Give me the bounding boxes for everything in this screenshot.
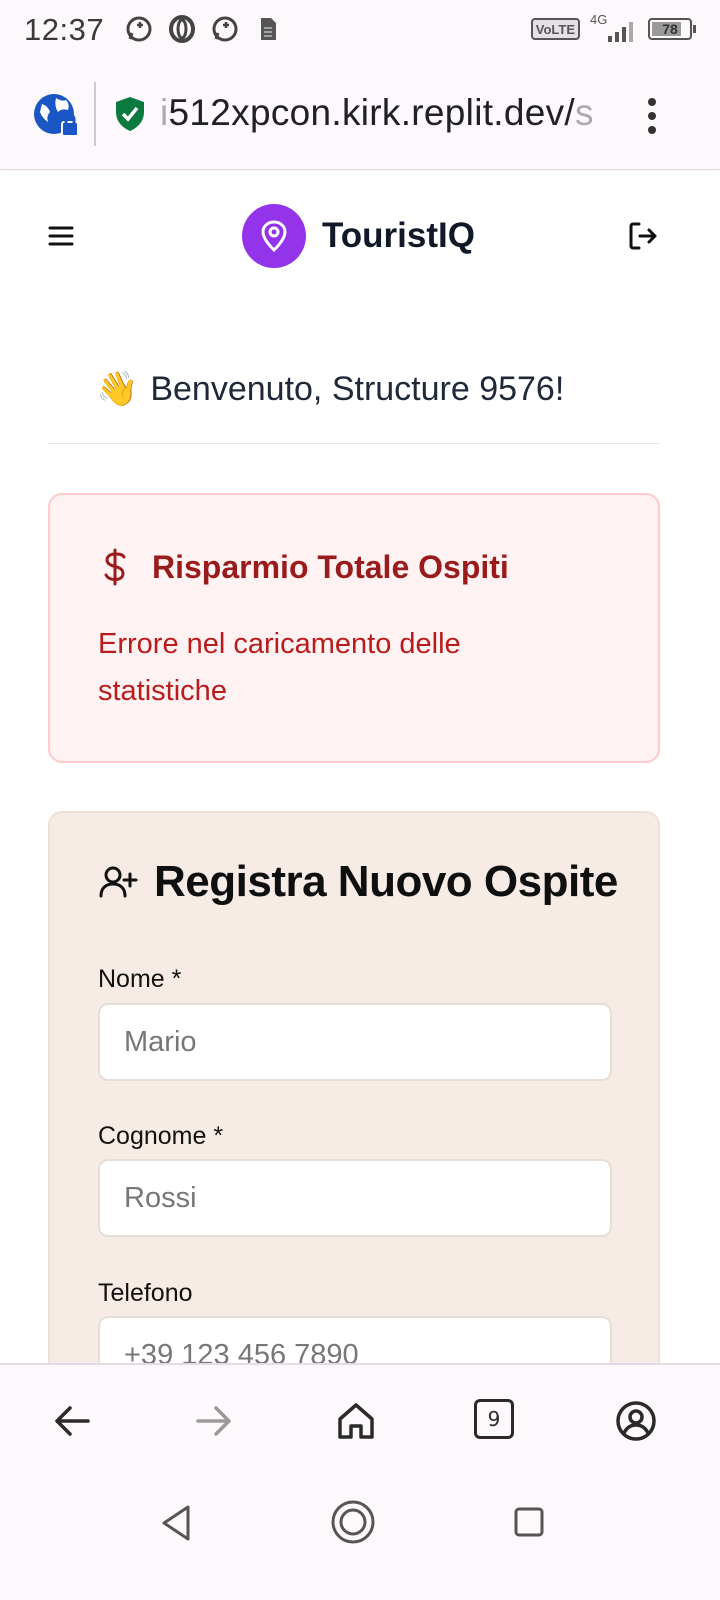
sim-card-icon xyxy=(261,18,276,40)
wave-emoji: 👋 xyxy=(96,370,139,408)
first-name-label: Nome * xyxy=(98,965,182,993)
stats-error-message: Errore nel caricamento delle statistiche xyxy=(98,628,461,707)
url-field[interactable]: i512xpcon.kirk.replit.dev/s xyxy=(160,92,620,134)
brand-name: TouristIQ xyxy=(322,216,475,255)
network-type: 4G xyxy=(590,12,608,27)
notification-icons xyxy=(124,14,283,44)
signal-icon: 4G xyxy=(590,12,638,44)
first-name-input[interactable] xyxy=(98,1003,612,1081)
site-info-icon[interactable] xyxy=(32,92,80,140)
welcome-message: 👋 Benvenuto, Structure 9576! xyxy=(96,369,564,409)
back-arrow-icon[interactable] xyxy=(50,1399,94,1443)
register-guest-form: Registra Nuovo Ospite Nome * Cognome * T… xyxy=(48,811,660,1363)
phone-label: Telefono xyxy=(98,1279,193,1307)
battery-level: 78 xyxy=(662,21,678,37)
stats-card-title: Risparmio Totale Ospiti xyxy=(152,548,509,585)
url-prefix: i xyxy=(160,92,169,133)
shield-check-icon[interactable] xyxy=(114,96,146,132)
last-name-input[interactable] xyxy=(98,1159,612,1237)
main-content: 👋 Benvenuto, Structure 9576! Risparmio T… xyxy=(0,301,720,1363)
battery-icon: 78 xyxy=(648,18,696,40)
home-icon[interactable] xyxy=(334,1399,378,1443)
url-divider xyxy=(94,82,96,146)
more-vert-icon[interactable] xyxy=(640,96,664,136)
opera-icon xyxy=(169,15,195,43)
volte-badge: VoLTE xyxy=(530,18,580,40)
system-home-icon[interactable] xyxy=(330,1499,376,1545)
browser-url-bar: i512xpcon.kirk.replit.dev/s xyxy=(0,62,720,170)
system-nav-bar xyxy=(0,1475,720,1600)
forward-arrow-icon[interactable] xyxy=(192,1399,236,1443)
phone-input[interactable] xyxy=(98,1316,612,1363)
form-title: Registra Nuovo Ospite xyxy=(154,857,618,906)
logout-icon[interactable] xyxy=(626,219,660,253)
savings-stats-card: Risparmio Totale Ospiti Errore nel caric… xyxy=(48,493,660,763)
user-plus-icon xyxy=(99,866,138,898)
hamburger-menu-icon[interactable] xyxy=(46,221,76,251)
welcome-divider xyxy=(48,443,660,444)
whatsapp-business-icon xyxy=(126,16,152,42)
system-back-icon[interactable] xyxy=(158,1503,194,1543)
app-header: TouristIQ xyxy=(0,171,720,301)
tab-switcher-button[interactable]: 9 xyxy=(474,1399,514,1439)
browser-bottom-nav: 9 xyxy=(0,1363,720,1475)
brand[interactable]: TouristIQ xyxy=(242,204,475,268)
dollar-icon xyxy=(104,548,126,586)
status-time: 12:37 xyxy=(24,12,105,47)
status-bar: 12:37 VoLTE 4G 78 xyxy=(0,0,720,62)
url-host: 512xpcon.kirk.replit.dev/ xyxy=(168,92,576,133)
last-name-label: Cognome * xyxy=(98,1122,224,1150)
system-recents-icon[interactable] xyxy=(512,1505,546,1539)
account-icon[interactable] xyxy=(614,1399,658,1443)
map-pin-icon xyxy=(242,204,306,268)
welcome-text: Benvenuto, Structure 9576! xyxy=(150,369,565,408)
url-suffix: s xyxy=(575,92,594,133)
whatsapp-icon xyxy=(212,16,238,42)
